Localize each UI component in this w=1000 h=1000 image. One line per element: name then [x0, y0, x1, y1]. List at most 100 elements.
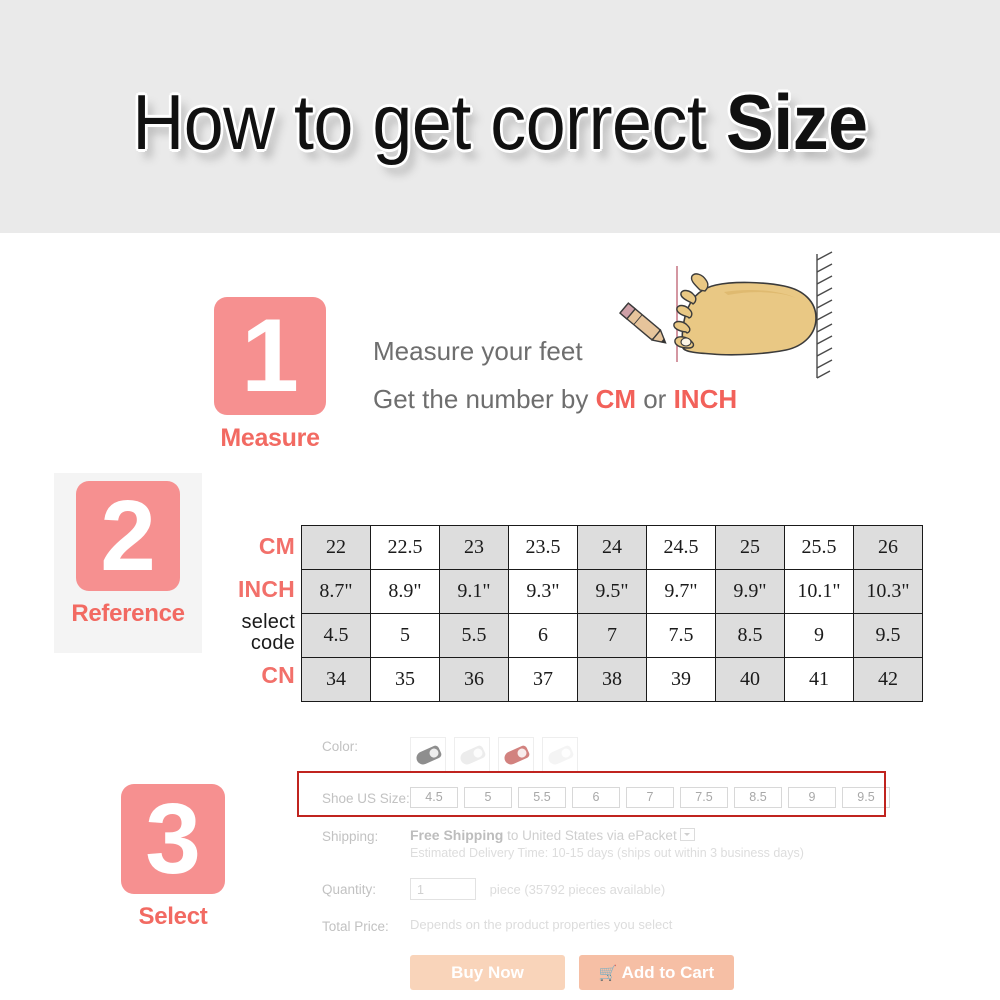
table-cell: 40 — [715, 657, 785, 702]
page-title-emphasis: Size — [725, 78, 868, 166]
table-cell: 9.3" — [508, 569, 578, 614]
table-cell: 10.3" — [853, 569, 923, 614]
quantity-label: Quantity: — [322, 881, 377, 897]
table-cell: 22 — [301, 525, 371, 570]
color-swatch-list — [410, 737, 922, 773]
table-cell: 23.5 — [508, 525, 578, 570]
cta-button-row: Buy Now 🛒 Add to Cart — [322, 955, 922, 990]
row-label-select-code: select code — [241, 610, 295, 654]
table-cell: 42 — [853, 657, 923, 702]
product-options-panel: Color: Shoe US Size: 4.5 5 5.5 6 7 7.5 8.5 9 9.5… — [322, 737, 922, 990]
table-cell: 34 — [301, 657, 371, 702]
size-reference-table: 22 22.5 23 23.5 24 24.5 25 25.5 26 8.7" 8.9" 9.1" 9.… — [301, 525, 923, 702]
table-cell: 9 — [784, 613, 854, 658]
shoe-thumbnail-icon — [457, 743, 487, 767]
shipping-method: Free Shipping to United States via ePack… — [410, 827, 922, 843]
size-option-6[interactable]: 6 — [572, 787, 620, 808]
shipping-destination: to United States via ePacket — [503, 828, 677, 843]
size-option-7-5[interactable]: 7.5 — [680, 787, 728, 808]
pencil-icon — [618, 302, 667, 344]
table-cell: 37 — [508, 657, 578, 702]
shoe-size-row: Shoe US Size: 4.5 5 5.5 6 7 7.5 8.5 9 9.5 — [322, 787, 922, 808]
table-cell: 9.5 — [853, 613, 923, 658]
table-cell: 6 — [508, 613, 578, 658]
table-cell: 35 — [370, 657, 440, 702]
shoe-size-label: Shoe US Size: — [322, 791, 410, 806]
measure-line-2-mid: or — [636, 384, 674, 414]
table-cell: 9.5" — [577, 569, 647, 614]
quantity-row: Quantity: 1 piece (35792 pieces availabl… — [322, 878, 922, 900]
row-label-cn: CN — [261, 662, 295, 688]
table-cell: 22.5 — [370, 525, 440, 570]
size-option-8-5[interactable]: 8.5 — [734, 787, 782, 808]
step-2-badge: 2 — [76, 481, 180, 591]
table-cell: 25.5 — [784, 525, 854, 570]
step-3-block: 3 Select — [90, 784, 256, 931]
total-price-label: Total Price: — [322, 919, 389, 934]
table-row: 8.7" 8.9" 9.1" 9.3" 9.5" 9.7" 9.9" 10.1" 10.3" — [301, 569, 923, 614]
table-cell: 10.1" — [784, 569, 854, 614]
shipping-estimate: Estimated Delivery Time: 10-15 days (shi… — [410, 846, 804, 860]
size-option-7[interactable]: 7 — [626, 787, 674, 808]
size-option-4-5[interactable]: 4.5 — [410, 787, 458, 808]
foot-icon — [673, 273, 817, 356]
step-1-caption: Measure — [220, 424, 320, 452]
color-row: Color: — [322, 737, 922, 773]
table-cell: 24 — [577, 525, 647, 570]
size-option-9-5[interactable]: 9.5 — [842, 787, 890, 808]
size-option-5[interactable]: 5 — [464, 787, 512, 808]
measure-line-2: Get the number by CM or INCH — [373, 375, 737, 423]
table-cell: 9.7" — [646, 569, 716, 614]
table-cell: 5 — [370, 613, 440, 658]
add-to-cart-button[interactable]: 🛒 Add to Cart — [579, 955, 734, 990]
swatch-white[interactable] — [454, 737, 490, 773]
swatch-red[interactable] — [498, 737, 534, 773]
quantity-input[interactable]: 1 — [410, 878, 476, 900]
size-table-row-labels: CM INCH select code CN — [200, 525, 295, 697]
foot-measuring-illustration — [618, 251, 833, 379]
table-cell: 38 — [577, 657, 647, 702]
swatch-gray[interactable] — [410, 737, 446, 773]
buy-now-button[interactable]: Buy Now — [410, 955, 565, 990]
add-to-cart-label: Add to Cart — [621, 963, 715, 982]
wall-hatch-icon — [816, 251, 833, 379]
unit-inch-label: INCH — [673, 384, 738, 414]
shipping-row: Shipping: Free Shipping to United States… — [322, 827, 922, 860]
step-1-badge: 1 — [214, 297, 326, 415]
table-cell: 8.5 — [715, 613, 785, 658]
chevron-down-icon[interactable] — [679, 828, 695, 841]
table-cell: 9.9" — [715, 569, 785, 614]
unit-cm-label: CM — [595, 384, 636, 414]
size-option-5-5[interactable]: 5.5 — [518, 787, 566, 808]
step-3-badge: 3 — [121, 784, 225, 894]
table-cell: 26 — [853, 525, 923, 570]
page-title-normal: How to get correct — [132, 78, 726, 166]
step-1-block: 1 Measure — [180, 297, 360, 453]
quantity-availability: piece (35792 pieces available) — [489, 882, 666, 897]
shoe-thumbnail-icon — [501, 743, 531, 767]
table-cell: 7 — [577, 613, 647, 658]
size-option-9[interactable]: 9 — [788, 787, 836, 808]
step-2-block: 2 Reference — [54, 481, 202, 628]
row-label-cm: CM — [258, 533, 295, 559]
table-cell: 7.5 — [646, 613, 716, 658]
shopping-cart-icon: 🛒 — [598, 965, 618, 982]
table-cell: 41 — [784, 657, 854, 702]
table-cell: 36 — [439, 657, 509, 702]
row-label-inch: INCH — [237, 576, 295, 602]
total-price-row: Total Price: Depends on the product prop… — [322, 917, 922, 936]
table-cell: 5.5 — [439, 613, 509, 658]
shoe-size-option-list: 4.5 5 5.5 6 7 7.5 8.5 9 9.5 — [410, 787, 922, 808]
measure-line-2-prefix: Get the number by — [373, 384, 596, 414]
free-shipping-text: Free Shipping — [410, 827, 504, 843]
table-cell: 25 — [715, 525, 785, 570]
shoe-thumbnail-icon — [413, 743, 443, 767]
table-cell: 39 — [646, 657, 716, 702]
shipping-label: Shipping: — [322, 829, 379, 844]
table-cell: 23 — [439, 525, 509, 570]
table-cell: 24.5 — [646, 525, 716, 570]
swatch-ivory[interactable] — [542, 737, 578, 773]
step-3-caption: Select — [138, 903, 208, 930]
color-label: Color: — [322, 739, 359, 754]
page-title: How to get correct Size — [40, 74, 960, 170]
